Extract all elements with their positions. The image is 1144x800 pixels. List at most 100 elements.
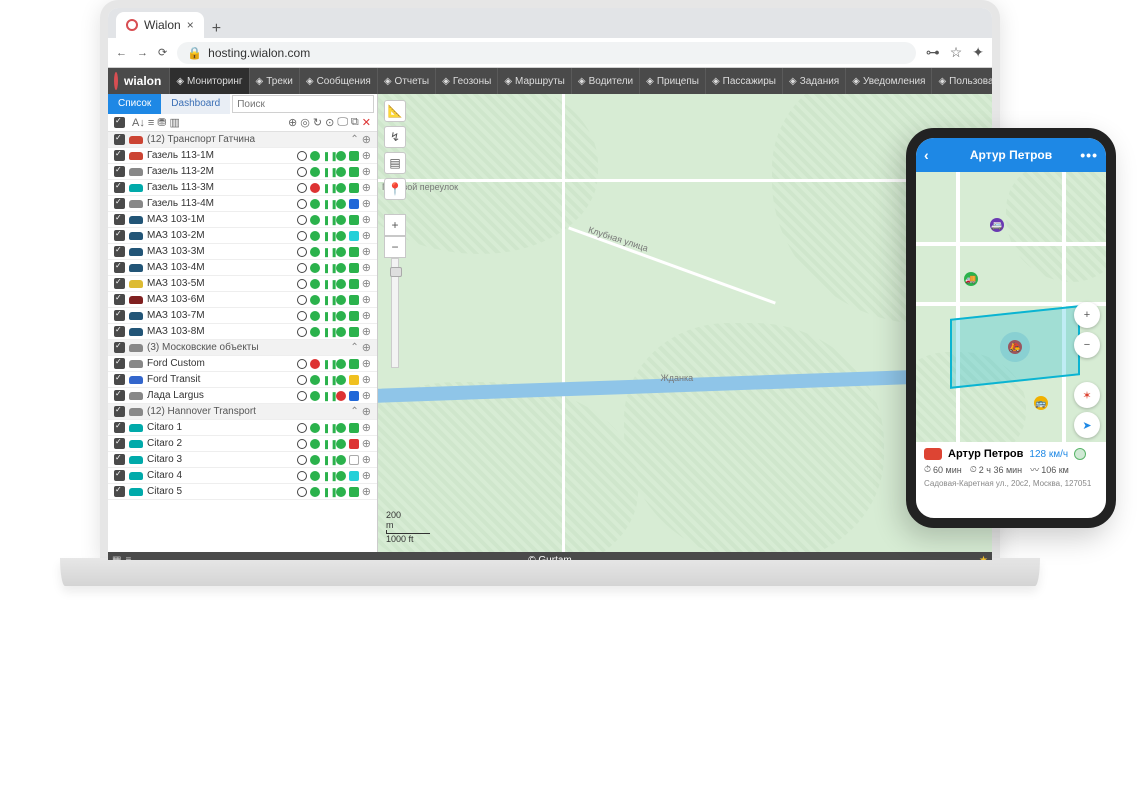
chevron-up-icon[interactable]: ⌃ bbox=[350, 134, 358, 145]
chevron-up-icon[interactable]: ⌃ bbox=[350, 342, 358, 353]
expand-icon[interactable]: ⊕ bbox=[362, 151, 371, 161]
checkbox[interactable] bbox=[114, 134, 125, 145]
locate-icon[interactable] bbox=[297, 295, 307, 305]
nav-треки[interactable]: ◈Треки bbox=[249, 68, 299, 94]
key-icon[interactable]: ⊶ bbox=[926, 44, 940, 61]
locate-icon[interactable] bbox=[297, 311, 307, 321]
locate-icon[interactable] bbox=[297, 391, 307, 401]
expand-icon[interactable]: ⊕ bbox=[362, 167, 371, 177]
expand-icon[interactable]: ⊕ bbox=[362, 391, 371, 401]
address-bar[interactable]: 🔒 hosting.wialon.com bbox=[177, 42, 915, 64]
footer-list-icon[interactable]: ≡ bbox=[125, 555, 131, 561]
locate-icon[interactable] bbox=[297, 471, 307, 481]
checkbox[interactable] bbox=[114, 198, 125, 209]
unit-row[interactable]: Газель 113-2М⊕ bbox=[108, 164, 377, 180]
checkbox[interactable] bbox=[114, 150, 125, 161]
expand-icon[interactable]: ⊕ bbox=[362, 199, 371, 209]
unit-row[interactable]: МАЗ 103-5М⊕ bbox=[108, 276, 377, 292]
back-icon[interactable]: ← bbox=[116, 47, 127, 59]
target-icon[interactable]: ◎ bbox=[300, 116, 310, 129]
expand-icon[interactable]: ⊕ bbox=[362, 135, 371, 145]
nav-водители[interactable]: ◈Водители bbox=[571, 68, 639, 94]
checkbox[interactable] bbox=[114, 278, 125, 289]
zoom-in-button[interactable]: + bbox=[1074, 302, 1100, 328]
chevron-up-icon[interactable]: ⌃ bbox=[350, 406, 358, 417]
checkbox[interactable] bbox=[114, 486, 125, 497]
zoom-out-button[interactable]: − bbox=[1074, 332, 1100, 358]
star-icon[interactable]: ☆ bbox=[950, 44, 963, 61]
center-icon[interactable]: ⊙ bbox=[325, 116, 334, 129]
unit-row[interactable]: МАЗ 103-1М⊕ bbox=[108, 212, 377, 228]
expand-icon[interactable]: ⊕ bbox=[362, 231, 371, 241]
nav-геозоны[interactable]: ◈Геозоны bbox=[435, 68, 497, 94]
extension-icon[interactable]: ✦ bbox=[972, 44, 984, 61]
checkbox[interactable] bbox=[114, 342, 125, 353]
group-row[interactable]: (12) Hannover Transport⌃⊕ bbox=[108, 404, 377, 420]
unit-row[interactable]: Газель 113-4М⊕ bbox=[108, 196, 377, 212]
expand-icon[interactable]: ⊕ bbox=[362, 375, 371, 385]
expand-icon[interactable]: ⊕ bbox=[362, 455, 371, 465]
unit-row[interactable]: МАЗ 103-3М⊕ bbox=[108, 244, 377, 260]
sort-az-icon[interactable]: A↓ bbox=[132, 117, 145, 129]
tool-layers-icon[interactable]: ▤ bbox=[384, 152, 406, 174]
reload-icon[interactable]: ⟳ bbox=[158, 46, 167, 59]
expand-icon[interactable]: ⊕ bbox=[362, 311, 371, 321]
group-row[interactable]: (12) Транспорт Гатчина⌃⊕ bbox=[108, 132, 377, 148]
refresh-icon[interactable]: ↻ bbox=[313, 116, 322, 129]
zoom-slider[interactable] bbox=[391, 258, 399, 368]
close-icon[interactable]: × bbox=[187, 18, 194, 32]
tab-list[interactable]: Список bbox=[108, 94, 161, 114]
checkbox[interactable] bbox=[114, 406, 125, 417]
expand-icon[interactable]: ⊕ bbox=[362, 471, 371, 481]
nav-уведомления[interactable]: ◈Уведомления bbox=[845, 68, 931, 94]
checkbox[interactable] bbox=[114, 422, 125, 433]
locate-icon[interactable] bbox=[297, 439, 307, 449]
checkbox[interactable] bbox=[114, 230, 125, 241]
footer-grid-icon[interactable]: ▦ bbox=[112, 555, 121, 561]
filter-icon[interactable]: ⛃ bbox=[157, 116, 166, 129]
checkbox[interactable] bbox=[114, 454, 125, 465]
unit-row[interactable]: МАЗ 103-8М⊕ bbox=[108, 324, 377, 340]
locate-icon[interactable] bbox=[297, 167, 307, 177]
locate-icon[interactable] bbox=[297, 487, 307, 497]
unit-row[interactable]: Лада Largus⊕ bbox=[108, 388, 377, 404]
expand-icon[interactable]: ⊕ bbox=[362, 343, 371, 353]
locate-icon[interactable] bbox=[297, 215, 307, 225]
unit-row[interactable]: МАЗ 103-6М⊕ bbox=[108, 292, 377, 308]
plus-icon[interactable]: + bbox=[212, 20, 221, 38]
expand-icon[interactable]: ⊕ bbox=[362, 215, 371, 225]
expand-icon[interactable]: ⊕ bbox=[362, 295, 371, 305]
columns-icon[interactable]: ▥ bbox=[169, 116, 179, 129]
tab-dashboard[interactable]: Dashboard bbox=[161, 94, 230, 114]
add-icon[interactable]: ⊕ bbox=[288, 116, 297, 129]
compass-icon[interactable]: ✶ bbox=[1074, 382, 1100, 408]
checkbox[interactable] bbox=[114, 246, 125, 257]
checkbox[interactable] bbox=[114, 438, 125, 449]
checkbox[interactable] bbox=[114, 310, 125, 321]
checkbox[interactable] bbox=[114, 358, 125, 369]
nav-пассажиры[interactable]: ◈Пассажиры bbox=[705, 68, 782, 94]
unit-row[interactable]: Citaro 5⊕ bbox=[108, 484, 377, 500]
search-input[interactable] bbox=[232, 95, 374, 113]
expand-icon[interactable]: ⊕ bbox=[362, 439, 371, 449]
checkbox[interactable] bbox=[114, 166, 125, 177]
expand-icon[interactable]: ⊕ bbox=[362, 359, 371, 369]
expand-icon[interactable]: ⊕ bbox=[362, 327, 371, 337]
expand-icon[interactable]: ⊕ bbox=[362, 247, 371, 257]
phone-map[interactable]: 🚐 🚚 🛵 🚌 + − ✶ ➤ bbox=[916, 172, 1106, 442]
locate-icon[interactable] bbox=[297, 455, 307, 465]
tool-route-icon[interactable]: ↯ bbox=[384, 126, 406, 148]
zoom-out-button[interactable]: − bbox=[384, 236, 406, 258]
more-icon[interactable]: ••• bbox=[1080, 147, 1098, 163]
tool-ruler-icon[interactable]: 📐 bbox=[384, 100, 406, 122]
vehicle-marker[interactable]: 🚌 bbox=[1034, 396, 1048, 410]
forward-icon[interactable]: → bbox=[137, 47, 148, 59]
locate-icon[interactable] bbox=[297, 231, 307, 241]
checkbox[interactable] bbox=[114, 294, 125, 305]
expand-icon[interactable]: ⊕ bbox=[362, 183, 371, 193]
locate-icon[interactable] bbox=[297, 247, 307, 257]
expand-icon[interactable]: ⊕ bbox=[362, 279, 371, 289]
expand-icon[interactable]: ⊕ bbox=[362, 263, 371, 273]
unit-row[interactable]: Ford Custom⊕ bbox=[108, 356, 377, 372]
checkbox[interactable] bbox=[114, 262, 125, 273]
